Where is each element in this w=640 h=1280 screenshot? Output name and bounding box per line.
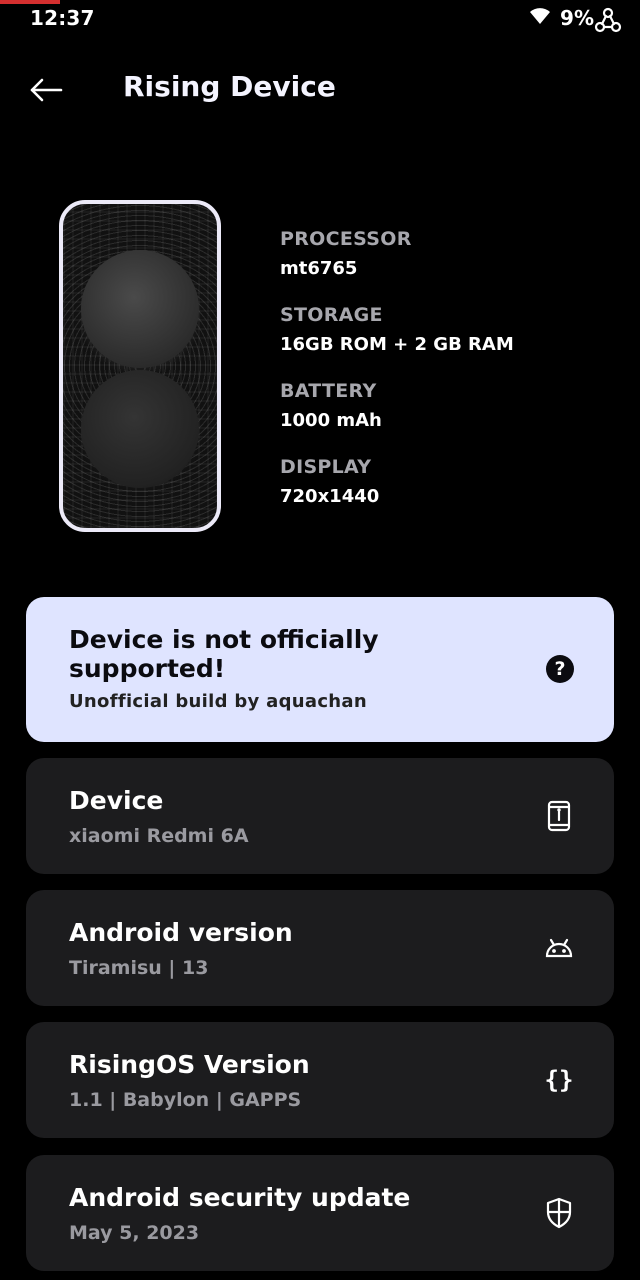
page-title: Rising Device (123, 70, 336, 103)
device-image (59, 200, 221, 532)
risingos-version-subtitle: 1.1 | Babylon | GAPPS (69, 1089, 302, 1111)
spec-value-storage: 16GB ROM + 2 GB RAM (280, 334, 514, 355)
back-button[interactable] (24, 72, 68, 112)
spec-label-battery: BATTERY (280, 380, 377, 402)
security-update-subtitle: May 5, 2023 (69, 1222, 200, 1244)
android-version-title: Android version (69, 918, 293, 947)
support-status-card[interactable]: Device is not officially supported! Unof… (26, 597, 614, 742)
device-card[interactable]: Device xiaomi Redmi 6A (26, 758, 614, 874)
android-version-card[interactable]: Android version Tiramisu | 13 (26, 890, 614, 1006)
braces-icon: {} (544, 1066, 574, 1094)
device-card-title: Device (69, 786, 164, 815)
device-card-subtitle: xiaomi Redmi 6A (69, 825, 249, 847)
security-update-title: Android security update (69, 1183, 411, 1212)
status-icons: 9% (528, 6, 594, 30)
spec-value-processor: mt6765 (280, 258, 358, 279)
arrow-left-icon (28, 76, 64, 108)
hotspot-icon (594, 6, 622, 38)
risingos-version-title: RisingOS Version (69, 1050, 310, 1079)
risingos-version-card[interactable]: RisingOS Version 1.1 | Babylon | GAPPS {… (26, 1022, 614, 1138)
phone-info-icon (542, 799, 576, 833)
support-status-subtitle: Unofficial build by aquachan (69, 691, 367, 712)
spec-value-battery: 1000 mAh (280, 410, 382, 431)
android-icon (542, 931, 576, 965)
wifi-icon (528, 6, 552, 30)
battery-percent: 9% (560, 6, 594, 30)
android-version-subtitle: Tiramisu | 13 (69, 957, 209, 979)
shield-icon (542, 1196, 576, 1230)
recording-indicator (0, 0, 60, 4)
help-icon[interactable]: ? (546, 655, 574, 683)
spec-label-processor: PROCESSOR (280, 228, 412, 250)
security-update-card[interactable]: Android security update May 5, 2023 (26, 1155, 614, 1271)
spec-label-storage: STORAGE (280, 304, 383, 326)
support-status-title: Device is not officially supported! (69, 625, 379, 683)
spec-value-display: 720x1440 (280, 486, 380, 507)
status-time: 12:37 (30, 6, 95, 30)
spec-label-display: DISPLAY (280, 456, 372, 478)
